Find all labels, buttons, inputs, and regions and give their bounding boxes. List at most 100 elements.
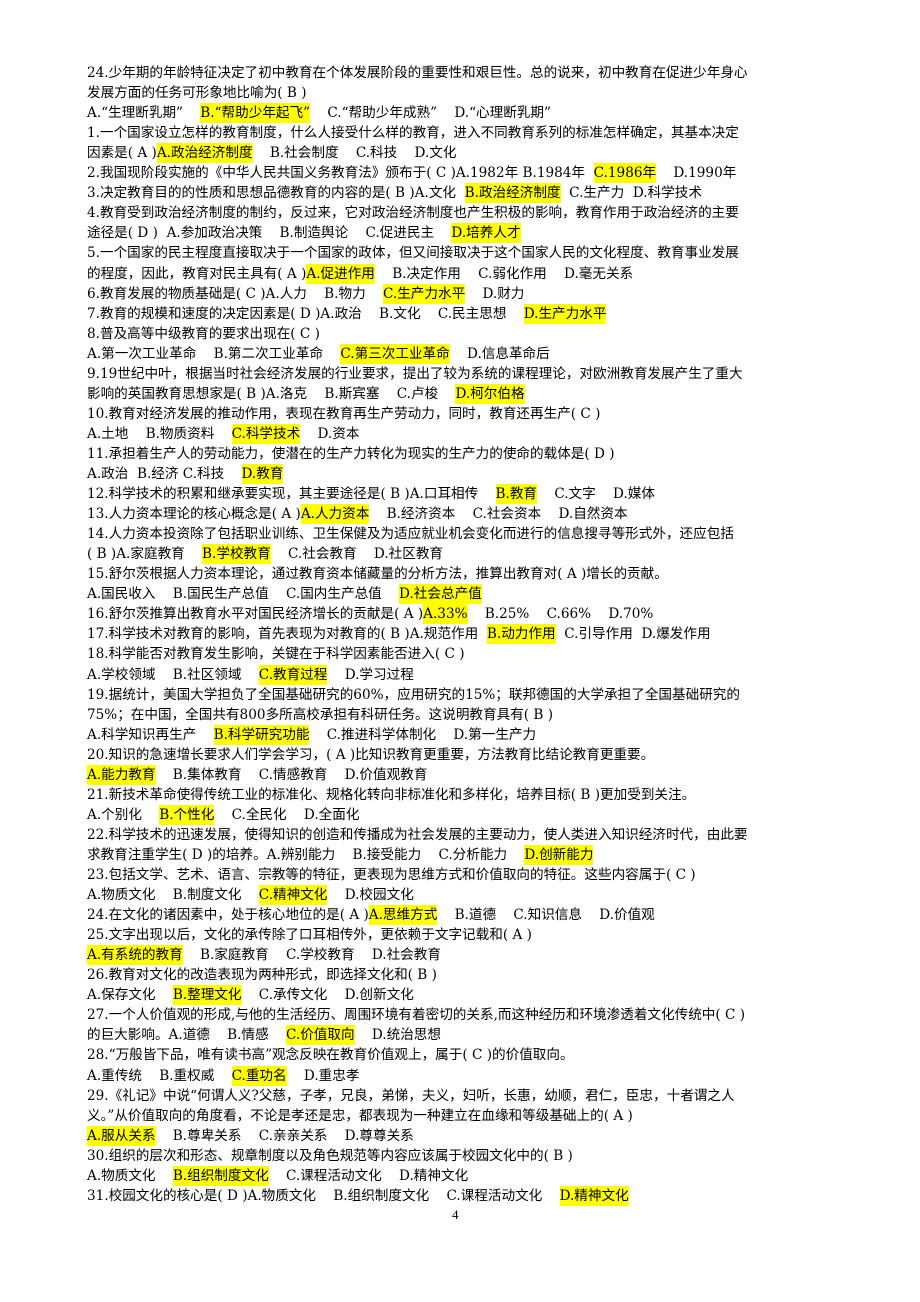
highlighted-answer: B.个性化	[159, 804, 215, 825]
text-line: 19.据统计，美国大学担负了全国基础研究的60%，应用研究的15%；联邦德国的大…	[87, 685, 740, 705]
text-line: 8.普及高等中级教育的要求出现在( C )	[87, 324, 320, 344]
text-segment: 8.普及高等中级教育的要求出现在( C )	[87, 325, 320, 342]
text-line: 21.新技术革命使得传统工业的标准化、规格化转向非标准化和多样化，培养目标( B…	[87, 785, 695, 805]
text-segment: B.尊卑关系 C.亲亲关系 D.尊尊关系	[155, 1127, 414, 1144]
text-line: 1.一个国家设立怎样的教育制度，什么人接受什么样的教育，进入不同教育系列的标准怎…	[87, 123, 739, 143]
text-segment: 29.《礼记》中说“何谓人义?父慈，子孝，兄良，弟悌，夫义，妇听，长惠，幼顺，君…	[87, 1087, 735, 1104]
text-line: A.服从关系 B.尊卑关系 C.亲亲关系 D.尊尊关系	[87, 1125, 414, 1146]
text-line: A.有系统的教育 B.家庭教育 C.学校教育 D.社会教育	[87, 945, 441, 966]
text-segment: 的程度，因此，教育对民主具有( A )	[87, 265, 307, 282]
text-line: 16.舒尔茨推算出教育水平对国民经济增长的贡献是( A )A.33% B.25%…	[87, 604, 654, 625]
text-line: 26.教育对文化的改造表现为两种形式，即选择文化和( B )	[87, 965, 437, 985]
text-line: 25.文字出现以后，文化的承传除了口耳相传外，更依赖于文字记载和( A )	[87, 925, 532, 945]
text-segment: 5.一个国家的民主程度直接取决于一个国家的政体，但又间接取决于这个国家人民的文化…	[87, 245, 739, 262]
text-line: ( B )A.家庭教育 B.学校教育 C.社会教育 D.社区教育	[87, 544, 443, 565]
text-segment: C.全民化 D.全面化	[214, 806, 360, 823]
highlighted-answer: C.价值取向	[285, 1025, 355, 1046]
text-segment: 24.在文化的诸因素中，处于核心地位的是( A )	[87, 907, 369, 924]
text-line: A.物质文化 B.组织制度文化 C.课程活动文化 D.精神文化	[87, 1165, 469, 1186]
highlighted-answer: B.科学研究功能	[213, 724, 310, 745]
highlighted-answer: A.人力资本	[300, 504, 370, 525]
text-segment: D.重忠孝	[286, 1067, 360, 1084]
text-segment: A.国民收入 B.国民生产总值 C.国内生产总值	[87, 586, 400, 603]
highlighted-answer: A.政治经济制度	[156, 143, 253, 164]
highlighted-answer: C.生产力水平	[382, 283, 466, 304]
text-segment: A.保存文化	[87, 987, 173, 1004]
text-segment: B.决定作用 C.弱化作用 D.毫无关系	[374, 265, 634, 282]
text-segment: C.推进科学体制化 D.第一生产力	[309, 726, 537, 743]
highlighted-answer: D.生产力水平	[523, 303, 607, 324]
text-segment: C.文字 D.媒体	[537, 486, 655, 503]
text-segment: 24.少年期的年龄特征决定了初中教育在个体发展阶段的重要性和艰巨性。总的说来，初…	[87, 65, 748, 81]
text-segment: D.学习过程	[327, 666, 414, 683]
text-segment: 影响的英国教育思想家是( B )A.洛克 B.斯宾塞 C.卢梭	[87, 385, 456, 402]
text-segment: 9.19世纪中叶，根据当时社会经济发展的行业要求，提出了较为系统的课程理论，对欧…	[87, 365, 743, 382]
highlighted-answer: B.政治经济制度	[464, 183, 561, 204]
text-segment: 求教育注重学生( D )的培养。A.辨别能力 B.接受能力 C.分析能力	[87, 846, 525, 863]
highlighted-answer: C.科学技术	[231, 423, 301, 444]
text-segment: B.25% C.66% D.70%	[467, 606, 654, 623]
text-segment: 19.据统计，美国大学担负了全国基础研究的60%，应用研究的15%；联邦德国的大…	[87, 686, 740, 703]
text-segment: 的巨大影响。A.道德 B.情感	[87, 1027, 286, 1044]
text-segment: D.1990年	[656, 165, 737, 182]
text-segment: 13.人力资本理论的核心概念是( A )	[87, 506, 301, 523]
text-segment: 7.教育的规模和速度的决定因素是( D )A.政治 B.文化 C.民主思想	[87, 305, 524, 322]
highlighted-answer: A.33%	[423, 604, 468, 625]
text-segment: A.个别化	[87, 806, 160, 823]
document-page: 24.少年期的年龄特征决定了初中教育在个体发展阶段的重要性和艰巨性。总的说来，初…	[0, 0, 920, 1302]
highlighted-answer: A.服从关系	[87, 1125, 156, 1146]
highlighted-answer: A.有系统的教育	[87, 945, 183, 966]
text-line: 18.科学能否对教育发生影响，关键在于科学因素能否进入( C )	[87, 644, 465, 664]
highlighted-answer: B.“帮助少年起飞”	[200, 103, 311, 124]
highlighted-answer: A.促进作用	[306, 263, 375, 284]
text-segment: B.家庭教育 C.学校教育 D.社会教育	[182, 947, 441, 964]
text-segment: 17.科学技术对教育的影响，首先表现为对教育的( B )A.规范作用	[87, 626, 487, 643]
text-segment: 14.人力资本投资除了包括职业训练、卫生保健及为适应就业机会变化而进行的信息搜寻…	[87, 526, 734, 543]
text-line: 10.教育对经济发展的推动作用，表现在教育再生产劳动力，同时，教育还再生产( C…	[87, 404, 600, 424]
text-segment: 28.“万般皆下品，唯有读书高”观念反映在教育价值观上，属于( C )的价值取向…	[87, 1047, 574, 1064]
highlighted-answer: B.学校教育	[202, 544, 271, 565]
text-line: 5.一个国家的民主程度直接取决于一个国家的政体，但又间接取决于这个国家人民的文化…	[87, 243, 739, 263]
highlighted-answer: D.精神文化	[559, 1185, 629, 1206]
text-line: A.保存文化 B.整理文化 C.承传文化 D.创新文化	[87, 985, 414, 1006]
text-segment: A.“生理断乳期”	[87, 105, 201, 122]
text-line: 因素是( A )A.政治经济制度 B.社会制度 C.科技 D.文化	[87, 143, 456, 164]
text-line: A.物质文化 B.制度文化 C.精神文化 D.校园文化	[87, 885, 414, 906]
text-segment: 30.组织的层次和形态、规章制度以及角色规范等内容应该属于校园文化中的( B )	[87, 1147, 573, 1164]
text-segment: C.引导作用 D.爆发作用	[555, 626, 711, 643]
text-line: A.国民收入 B.国民生产总值 C.国内生产总值 D.社会总产值	[87, 584, 482, 605]
highlighted-answer: D.创新能力	[524, 844, 594, 865]
text-segment: A.政治 B.经济 C.科技	[87, 466, 242, 482]
page-number: 4	[452, 1207, 459, 1222]
text-segment: 18.科学能否对教育发生影响，关键在于科学因素能否进入( C )	[87, 646, 465, 663]
text-segment: 27.一个人价值观的形成,与他的生活经历、周围环境有着密切的关系,而这种经历和环…	[87, 1007, 746, 1024]
text-line: 的巨大影响。A.道德 B.情感 C.价值取向 D.统治思想	[87, 1025, 441, 1046]
text-segment: 6.教育发展的物质基础是( C )A.人力 B.物力	[87, 285, 383, 302]
text-line: 11.承担着生产人的劳动能力，使潜在的生产力转化为现实的生产力的使命的载体是( …	[87, 444, 615, 464]
text-segment: 31.校园文化的核心是( D )A.物质文化 B.组织制度文化 C.课程活动文化	[87, 1187, 560, 1204]
text-segment: A.物质文化	[87, 1167, 173, 1184]
text-segment: C.“帮助少年成熟” D.“心理断乳期”	[310, 105, 551, 122]
text-segment: 2.我国现阶段实施的《中华人民共国义务教育法》颁布于( C )A.1982年 B…	[87, 165, 594, 182]
text-line: 3.决定教育目的的性质和思想品德教育的内容的是( B )A.文化 B.政治经济制…	[87, 183, 702, 204]
text-segment: 26.教育对文化的改造表现为两种形式，即选择文化和( B )	[87, 967, 437, 984]
text-line: 29.《礼记》中说“何谓人义?父慈，子孝，兄良，弟悌，夫义，妇听，长惠，幼顺，君…	[87, 1086, 735, 1106]
text-segment: A.重传统 B.重权威	[87, 1067, 232, 1084]
text-segment: D.校园文化	[327, 887, 414, 904]
text-segment: A.土地 B.物质资料	[87, 425, 232, 442]
text-segment: 义。”从价值取向的角度看，不论是孝还是忠，都表现为一种建立在血缘和等级基础上的(…	[87, 1107, 633, 1124]
text-line: 求教育注重学生( D )的培养。A.辨别能力 B.接受能力 C.分析能力 D.创…	[87, 844, 594, 865]
text-segment: 发展方面的任务可形象地比喻为( B )	[87, 85, 307, 102]
text-line: 2.我国现阶段实施的《中华人民共国义务教育法》颁布于( C )A.1982年 B…	[87, 163, 737, 184]
text-segment: D.财力	[465, 285, 525, 302]
text-line: A.个别化 B.个性化 C.全民化 D.全面化	[87, 804, 360, 825]
highlighted-answer: C.精神文化	[258, 885, 328, 906]
text-line: 24.少年期的年龄特征决定了初中教育在个体发展阶段的重要性和艰巨性。总的说来，初…	[87, 63, 748, 83]
text-segment: C.课程活动文化 D.精神文化	[268, 1167, 469, 1184]
text-segment: A.科学知识再生产	[87, 726, 214, 743]
text-line: 4.教育受到政治经济制度的制约，反过来，它对政治经济制度也产生积极的影响，教育作…	[87, 203, 739, 223]
text-line: 途径是( D ) A.参加政治决策 B.制造舆论 C.促进民主 D.培养人才	[87, 223, 521, 244]
highlighted-answer: B.组织制度文化	[172, 1165, 269, 1186]
text-line: A.政治 B.经济 C.科技 D.教育	[87, 464, 284, 484]
text-line: 28.“万般皆下品，唯有读书高”观念反映在教育价值观上，属于( C )的价值取向…	[87, 1045, 574, 1065]
